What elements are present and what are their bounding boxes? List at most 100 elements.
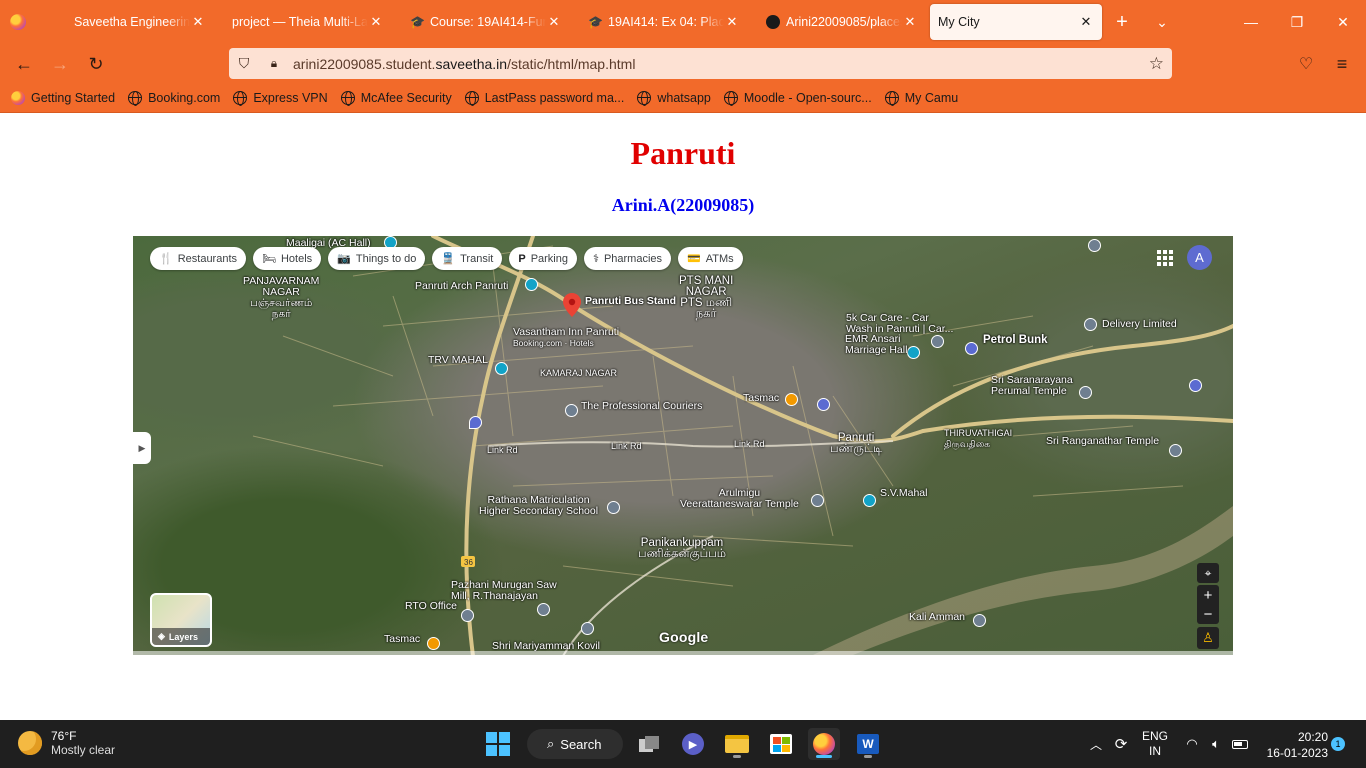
lock-icon[interactable]: 🔒︎ bbox=[259, 56, 289, 71]
new-tab-button[interactable]: + bbox=[1102, 4, 1142, 40]
show-hidden-icons-chevron-icon[interactable]: ︿ bbox=[1086, 720, 1106, 768]
tab-bar: Saveetha Engineering College ✕ project —… bbox=[0, 0, 1366, 44]
close-tab-icon[interactable]: ✕ bbox=[368, 14, 384, 30]
map-label-panikankuppam: Panikankuppam பணிக்கன்குப்பம் bbox=[638, 537, 727, 560]
bookmark-lastpass[interactable]: LastPass password ma... bbox=[464, 90, 624, 106]
temple-marker-icon[interactable] bbox=[1088, 239, 1101, 252]
map-label-rto: RTO Office bbox=[405, 600, 457, 612]
start-button[interactable] bbox=[482, 728, 514, 760]
fuel-marker-icon[interactable] bbox=[965, 342, 978, 355]
wifi-icon[interactable]: ◠ bbox=[1182, 720, 1202, 768]
shop-marker-icon[interactable] bbox=[1189, 379, 1202, 392]
bookmark-moodle[interactable]: Moodle - Open-sourc... bbox=[723, 90, 872, 106]
meet-video-icon[interactable]: ▶ bbox=[677, 728, 709, 760]
close-tab-icon[interactable]: ✕ bbox=[546, 14, 562, 30]
bookmark-mycamu[interactable]: My Camu bbox=[884, 90, 958, 106]
embedded-map[interactable]: PANJAVARNAM NAGAR பஞ்சவர்ணம் நகர் Maalig… bbox=[133, 236, 1233, 655]
file-explorer-icon[interactable] bbox=[721, 728, 753, 760]
bar-marker-icon[interactable] bbox=[785, 393, 798, 406]
browser-tab[interactable]: Saveetha Engineering College ✕ bbox=[36, 4, 214, 40]
language-indicator[interactable]: ENG IN bbox=[1140, 720, 1170, 768]
weather-widget[interactable]: 76°F Mostly clear bbox=[18, 729, 115, 757]
close-tab-icon[interactable]: ✕ bbox=[902, 14, 918, 30]
temple-marker-icon[interactable] bbox=[973, 614, 986, 627]
close-tab-icon[interactable]: ✕ bbox=[1078, 14, 1094, 30]
parking-marker-icon[interactable] bbox=[469, 416, 482, 429]
chip-parking[interactable]: P Parking bbox=[509, 247, 577, 270]
bookmark-booking[interactable]: Booking.com bbox=[127, 90, 220, 106]
taskbar-search[interactable]: ⌕ Search bbox=[527, 729, 623, 759]
browser-tab-active[interactable]: My City ✕ bbox=[930, 4, 1102, 40]
bed-icon: 🛏 bbox=[262, 253, 276, 265]
bookmark-star-icon[interactable]: ☆ bbox=[1149, 54, 1164, 74]
venue-marker-icon[interactable] bbox=[907, 346, 920, 359]
address-bar[interactable]: ⛉ 🔒︎ arini22009085.student.saveetha.in/s… bbox=[229, 48, 1172, 79]
place-marker-icon[interactable] bbox=[461, 609, 474, 622]
microsoft-store-icon[interactable] bbox=[765, 728, 797, 760]
layers-button[interactable]: ◈ Layers bbox=[150, 593, 212, 647]
word-icon[interactable]: W bbox=[852, 728, 884, 760]
place-marker-icon[interactable] bbox=[537, 603, 550, 616]
chip-things-to-do[interactable]: 📷 Things to do bbox=[328, 247, 426, 270]
google-apps-icon[interactable] bbox=[1155, 248, 1173, 266]
bar-marker-icon[interactable] bbox=[427, 637, 440, 650]
back-button[interactable]: ← bbox=[6, 48, 42, 80]
temple-marker-icon[interactable] bbox=[581, 622, 594, 635]
reload-button[interactable]: ↻ bbox=[78, 48, 114, 80]
restore-button[interactable]: ❐ bbox=[1274, 0, 1320, 44]
close-tab-icon[interactable]: ✕ bbox=[190, 14, 206, 30]
browser-tab[interactable]: Arini22009085/places-around ✕ bbox=[748, 4, 926, 40]
transit-marker-icon[interactable] bbox=[525, 278, 538, 291]
location-pin-icon[interactable] bbox=[563, 293, 581, 317]
shield-icon[interactable]: ⛉ bbox=[229, 55, 259, 72]
search-icon: ⌕ bbox=[547, 736, 555, 751]
place-marker-icon[interactable] bbox=[1084, 318, 1097, 331]
notification-badge[interactable]: 1 bbox=[1331, 737, 1345, 751]
account-avatar[interactable]: A bbox=[1187, 245, 1212, 270]
firefox-taskbar-icon[interactable] bbox=[808, 728, 840, 760]
url-text[interactable]: arini22009085.student.saveetha.in/static… bbox=[293, 56, 635, 72]
zoom-out-button[interactable]: − bbox=[1197, 605, 1219, 624]
task-view-icon[interactable] bbox=[633, 728, 665, 760]
browser-tab[interactable]: 🎓 Course: 19AI414-Fundamentals ✕ bbox=[392, 4, 570, 40]
school-marker-icon[interactable] bbox=[607, 501, 620, 514]
minimize-button[interactable]: — bbox=[1228, 0, 1274, 44]
temple-marker-icon[interactable] bbox=[811, 494, 824, 507]
my-location-button[interactable]: ⌖ bbox=[1197, 563, 1219, 583]
close-tab-icon[interactable]: ✕ bbox=[724, 14, 740, 30]
chip-restaurants[interactable]: 🍴 Restaurants bbox=[150, 247, 247, 270]
shop-marker-icon[interactable] bbox=[817, 398, 830, 411]
browser-tab[interactable]: 🎓 19AI414: Ex 04: Places Around ✕ bbox=[570, 4, 748, 40]
temple-marker-icon[interactable] bbox=[1079, 386, 1092, 399]
list-tabs-button[interactable]: ⌄ bbox=[1142, 4, 1182, 40]
system-clock[interactable]: 20:20 16-01-2023 bbox=[1258, 729, 1328, 761]
volume-icon[interactable]: 🔈︎ bbox=[1206, 720, 1226, 768]
zoom-in-button[interactable]: + bbox=[1197, 585, 1219, 605]
venue-marker-icon[interactable] bbox=[863, 494, 876, 507]
expand-side-panel-button[interactable]: ▶ bbox=[133, 432, 151, 464]
bookmark-expressvpn[interactable]: Express VPN bbox=[232, 90, 328, 106]
chip-pharmacies[interactable]: ⚕ Pharmacies bbox=[583, 247, 672, 270]
browser-tab[interactable]: project — Theia Multi-Language ✕ bbox=[214, 4, 392, 40]
transit-marker-icon[interactable] bbox=[495, 362, 508, 375]
place-marker-icon[interactable] bbox=[931, 335, 944, 348]
pegman-streetview-icon[interactable]: ♙ bbox=[1197, 627, 1219, 649]
chip-hotels[interactable]: 🛏 Hotels bbox=[253, 247, 322, 270]
bookmark-getting-started[interactable]: Getting Started bbox=[10, 90, 115, 106]
chip-atms[interactable]: 💳 ATMs bbox=[678, 247, 743, 270]
close-window-button[interactable]: ✕ bbox=[1320, 0, 1366, 44]
pocket-icon[interactable]: ♡ bbox=[1288, 44, 1324, 84]
chip-transit[interactable]: 🚆 Transit bbox=[432, 247, 503, 270]
firefox-view-icon[interactable] bbox=[0, 0, 36, 44]
sync-icon[interactable]: ⟳ bbox=[1110, 720, 1132, 768]
forward-button[interactable]: → bbox=[42, 48, 78, 80]
place-marker-icon[interactable] bbox=[565, 404, 578, 417]
map-label-linkrd: Link Rd bbox=[487, 445, 518, 455]
temple-marker-icon[interactable] bbox=[1169, 444, 1182, 457]
moodle-icon: 🎓 bbox=[588, 15, 603, 29]
battery-icon[interactable] bbox=[1230, 720, 1250, 768]
bookmark-mcafee[interactable]: McAfee Security bbox=[340, 90, 452, 106]
menu-icon[interactable]: ≡ bbox=[1324, 44, 1360, 84]
bookmark-whatsapp[interactable]: whatsapp bbox=[636, 90, 711, 106]
map-label-pazhani: Pazhani Murugan Saw Mill, R.Thanajayan bbox=[451, 579, 557, 602]
